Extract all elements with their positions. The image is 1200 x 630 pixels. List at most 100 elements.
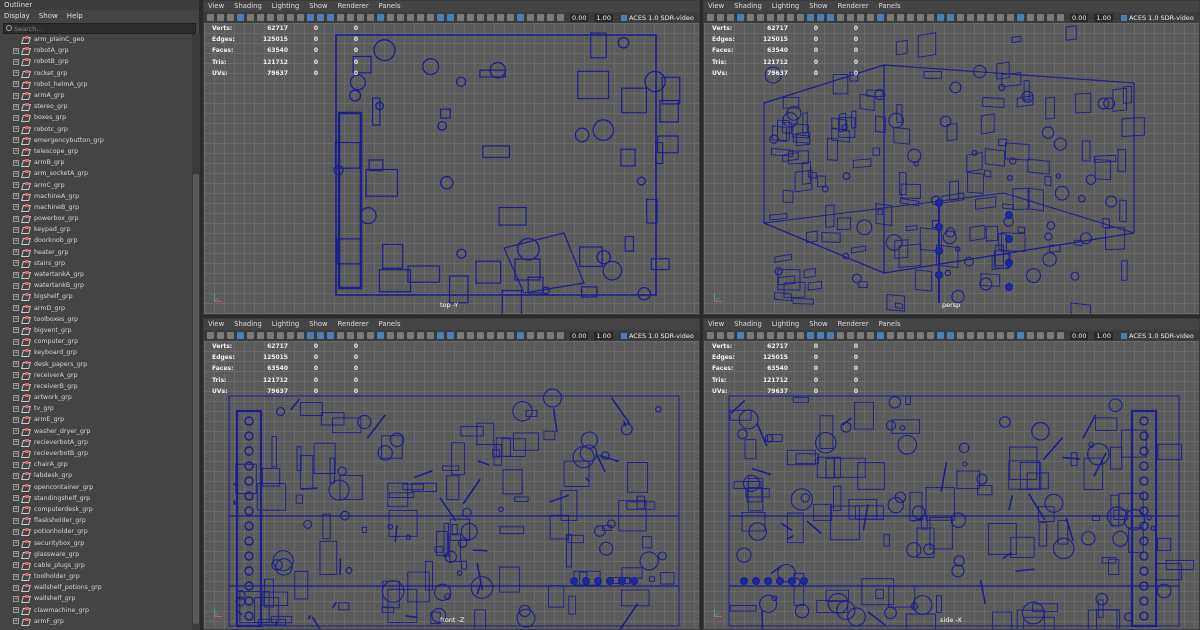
outliner-item[interactable]: + telescope_grp [0,146,191,157]
toolbar-tool-icon[interactable] [457,14,464,21]
viewport-menu-item[interactable]: Panels [879,319,901,330]
toolbar-tool-icon[interactable] [957,14,964,21]
expand-icon[interactable]: + [13,271,19,278]
outliner-item[interactable]: + bigshelf_grp [0,291,191,302]
expand-icon[interactable]: + [13,137,19,144]
toolbar-tool-icon[interactable] [887,14,894,21]
toolbar-tool-icon[interactable] [1047,14,1054,21]
toolbar-tool-icon[interactable] [287,14,294,21]
outliner-item[interactable]: + robotA_grp [0,45,191,56]
exposure-field[interactable]: 0.00 [570,13,589,22]
gamma-field[interactable]: 1.00 [594,13,613,22]
toolbar-tool-icon[interactable] [447,332,454,339]
expand-icon[interactable]: + [13,126,19,133]
toolbar-tool-icon[interactable] [987,14,994,21]
toolbar-tool-icon[interactable] [727,332,734,339]
viewport-menu-item[interactable]: Lighting [772,1,799,12]
expand-icon[interactable]: + [13,394,19,401]
toolbar-tool-icon[interactable] [837,332,844,339]
toolbar-tool-icon[interactable] [237,14,244,21]
toolbar-tool-icon[interactable] [1057,332,1064,339]
expand-icon[interactable]: + [13,226,19,233]
outliner-item[interactable]: + receiverB_grp [0,381,191,392]
viewport-menu-item[interactable]: Renderer [838,319,869,330]
toolbar-tool-icon[interactable] [287,332,294,339]
toolbar-tool-icon[interactable] [937,332,944,339]
viewport-menu-item[interactable]: Renderer [338,1,369,12]
toolbar-tool-icon[interactable] [517,332,524,339]
expand-icon[interactable]: + [13,439,19,446]
color-space-label[interactable]: ACES 1.0 SDR-video [620,14,694,22]
toolbar-tool-icon[interactable] [827,14,834,21]
toolbar-tool-icon[interactable] [527,332,534,339]
toolbar-tool-icon[interactable] [557,332,564,339]
outliner-item[interactable]: + watertankB_grp [0,280,191,291]
toolbar-tool-icon[interactable] [827,332,834,339]
toolbar-tool-icon[interactable] [797,332,804,339]
viewport-menu-item[interactable]: View [708,1,724,12]
outliner-item[interactable]: + keyboard_grp [0,347,191,358]
toolbar-tool-icon[interactable] [787,14,794,21]
toolbar-tool-icon[interactable] [537,332,544,339]
toolbar-tool-icon[interactable] [1027,332,1034,339]
scrollbar-thumb[interactable] [193,174,199,624]
viewport-menu-item[interactable]: Show [309,319,327,330]
outliner-item[interactable]: + emergencybutton_grp [0,135,191,146]
toolbar-tool-icon[interactable] [867,14,874,21]
toolbar-tool-icon[interactable] [487,14,494,21]
outliner-item[interactable]: + keypad_grp [0,224,191,235]
toolbar-tool-icon[interactable] [207,332,214,339]
expand-icon[interactable]: + [13,237,19,244]
toolbar-tool-icon[interactable] [347,332,354,339]
toolbar-tool-icon[interactable] [757,332,764,339]
toolbar-tool-icon[interactable] [897,332,904,339]
outliner-item[interactable]: + armF_grp [0,616,191,627]
color-space-label[interactable]: ACES 1.0 SDR-video [620,332,694,340]
outliner-item[interactable]: + chairA_grp [0,459,191,470]
toolbar-tool-icon[interactable] [847,332,854,339]
toolbar-tool-icon[interactable] [967,14,974,21]
toolbar-tool-icon[interactable] [257,332,264,339]
toolbar-tool-icon[interactable] [537,14,544,21]
toolbar-tool-icon[interactable] [877,14,884,21]
viewport-menu-item[interactable]: Renderer [838,1,869,12]
expand-icon[interactable]: + [13,316,19,323]
toolbar-tool-icon[interactable] [427,332,434,339]
viewport-menu-item[interactable]: Show [809,1,827,12]
outliner-item[interactable]: + robotc_grp [0,124,191,135]
toolbar-tool-icon[interactable] [467,332,474,339]
toolbar-tool-icon[interactable] [327,332,334,339]
viewport-menu-item[interactable]: Renderer [338,319,369,330]
toolbar-tool-icon[interactable] [317,14,324,21]
toolbar-tool-icon[interactable] [977,14,984,21]
expand-icon[interactable]: + [13,607,19,614]
toolbar-tool-icon[interactable] [347,14,354,21]
outliner-item[interactable]: + clawmachine_grp [0,605,191,616]
toolbar-tool-icon[interactable] [357,332,364,339]
toolbar-tool-icon[interactable] [457,332,464,339]
toolbar-tool-icon[interactable] [327,14,334,21]
viewport-persp[interactable]: View Shading Lighting Show Renderer Panels 0.0… [703,0,1200,315]
toolbar-tool-icon[interactable] [247,332,254,339]
menu-display[interactable]: Display [4,10,30,22]
outliner-item[interactable]: + washer_dryer_grp [0,426,191,437]
toolbar-tool-icon[interactable] [767,332,774,339]
toolbar-tool-icon[interactable] [267,332,274,339]
toolbar-tool-icon[interactable] [477,14,484,21]
viewport-menu-item[interactable]: Shading [234,319,262,330]
toolbar-tool-icon[interactable] [717,332,724,339]
toolbar-tool-icon[interactable] [857,14,864,21]
toolbar-tool-icon[interactable] [737,14,744,21]
toolbar-tool-icon[interactable] [1057,14,1064,21]
outliner-item[interactable]: + watertankA_grp [0,269,191,280]
toolbar-tool-icon[interactable] [947,14,954,21]
gamma-field[interactable]: 1.00 [1094,331,1113,340]
expand-icon[interactable]: + [13,293,19,300]
toolbar-tool-icon[interactable] [837,14,844,21]
outliner-item[interactable]: + potionholder_grp [0,526,191,537]
outliner-item[interactable]: + computerdesk_grp [0,504,191,515]
viewport-top[interactable]: View Shading Lighting Show Renderer Panels 0.0… [203,0,700,315]
expand-icon[interactable]: + [13,484,19,491]
toolbar-tool-icon[interactable] [447,14,454,21]
toolbar-tool-icon[interactable] [307,332,314,339]
